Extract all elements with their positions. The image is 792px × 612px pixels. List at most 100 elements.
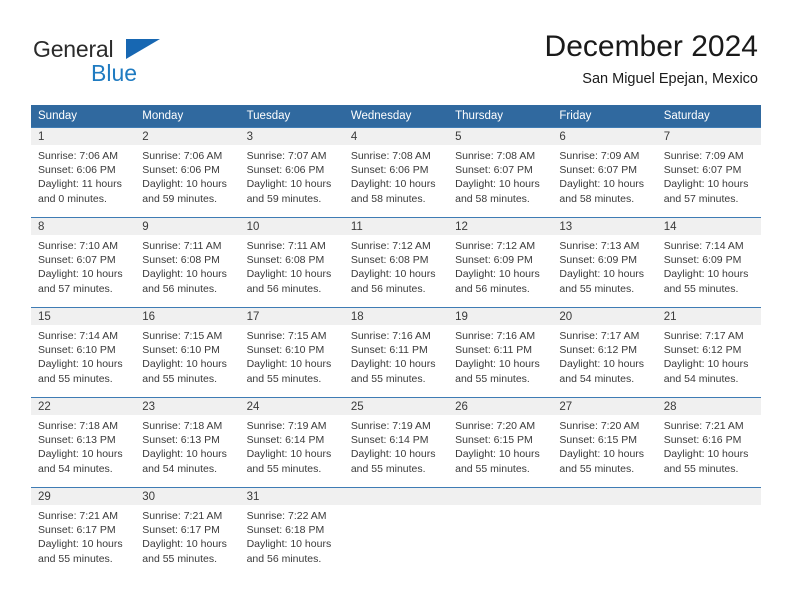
day-number — [656, 488, 761, 505]
weekday-header-sunday: Sunday — [31, 105, 136, 127]
calendar-week-row: 15 Sunrise: 7:14 AM Sunset: 6:10 PM Dayligh… — [31, 307, 761, 397]
calendar-day-cell[interactable]: 20 Sunrise: 7:17 AM Sunset: 6:12 PM Dayligh… — [552, 307, 657, 397]
calendar-day-cell[interactable]: 23 Sunrise: 7:18 AM Sunset: 6:13 PM Dayligh… — [135, 397, 240, 487]
sunset-text: Sunset: 6:15 PM — [559, 434, 638, 447]
calendar-day-cell[interactable]: 17 Sunrise: 7:15 AM Sunset: 6:10 PM Dayligh… — [239, 307, 344, 397]
calendar-day-cell[interactable]: 5 Sunrise: 7:08 AM Sunset: 6:07 PM Daylight… — [448, 127, 553, 217]
sunset-text: Sunset: 6:09 PM — [559, 254, 638, 267]
sunset-text: Sunset: 6:07 PM — [455, 164, 533, 177]
day-cell-inner: 14 Sunrise: 7:14 AM Sunset: 6:09 PM Dayligh… — [656, 217, 761, 307]
calendar-day-cell[interactable]: 27 Sunrise: 7:20 AM Sunset: 6:15 PM Dayligh… — [552, 397, 657, 487]
daylight-text-line2: and 55 minutes. — [663, 462, 739, 475]
calendar-day-cell-empty — [552, 487, 657, 577]
calendar-day-cell[interactable]: 29 Sunrise: 7:21 AM Sunset: 6:17 PM Dayligh… — [31, 487, 136, 577]
daylight-text-line2: and 55 minutes. — [455, 462, 530, 475]
calendar-day-cell[interactable]: 21 Sunrise: 7:17 AM Sunset: 6:12 PM Dayligh… — [656, 307, 761, 397]
day-cell-details: Sunrise: 7:16 AM Sunset: 6:11 PM Daylight:… — [448, 325, 552, 386]
calendar-body: 1 Sunrise: 7:06 AM Sunset: 6:06 PM Daylight… — [31, 127, 761, 577]
daylight-text-line2: and 0 minutes. — [38, 192, 107, 205]
daylight-text-line2: and 55 minutes. — [246, 462, 322, 475]
weekday-header-wednesday: Wednesday — [343, 105, 449, 127]
calendar-day-cell[interactable]: 24 Sunrise: 7:19 AM Sunset: 6:14 PM Dayligh… — [239, 397, 344, 487]
daylight-text-line1: Daylight: 10 hours — [350, 178, 436, 191]
day-cell-inner: 20 Sunrise: 7:17 AM Sunset: 6:12 PM Dayligh… — [552, 307, 657, 397]
calendar-page: General Blue December 2024 San Miguel Ep… — [0, 0, 792, 612]
calendar-day-cell[interactable]: 11 Sunrise: 7:12 AM Sunset: 6:08 PM Dayligh… — [343, 217, 449, 307]
calendar-day-cell[interactable]: 19 Sunrise: 7:16 AM Sunset: 6:11 PM Dayligh… — [448, 307, 553, 397]
sunrise-text: Sunrise: 7:17 AM — [559, 330, 640, 342]
daylight-text-line2: and 55 minutes. — [142, 552, 217, 565]
day-cell-details: Sunrise: 7:10 AM Sunset: 6:07 PM Daylight:… — [31, 235, 135, 296]
day-cell-inner: 29 Sunrise: 7:21 AM Sunset: 6:17 PM Dayligh… — [31, 487, 136, 577]
weekday-header-saturday: Saturday — [656, 105, 761, 127]
sunrise-text: Sunrise: 7:07 AM — [246, 150, 327, 162]
sunset-text: Sunset: 6:06 PM — [246, 164, 325, 177]
sunset-text: Sunset: 6:15 PM — [455, 434, 533, 447]
daylight-text-line1: Daylight: 11 hours — [38, 178, 122, 191]
daylight-text-line1: Daylight: 10 hours — [559, 268, 645, 281]
day-number: 12 — [448, 218, 553, 235]
daylight-text-line2: and 58 minutes. — [559, 192, 635, 205]
daylight-text-line1: Daylight: 10 hours — [559, 178, 645, 191]
daylight-text-line2: and 57 minutes. — [38, 282, 113, 295]
calendar-day-cell[interactable]: 18 Sunrise: 7:16 AM Sunset: 6:11 PM Dayligh… — [343, 307, 449, 397]
sunrise-text: Sunrise: 7:22 AM — [246, 510, 327, 522]
calendar-day-cell[interactable]: 14 Sunrise: 7:14 AM Sunset: 6:09 PM Dayligh… — [656, 217, 761, 307]
day-cell-inner: 5 Sunrise: 7:08 AM Sunset: 6:07 PM Daylight… — [448, 127, 553, 217]
daylight-text-line1: Daylight: 10 hours — [455, 448, 540, 461]
day-cell-inner: 24 Sunrise: 7:19 AM Sunset: 6:14 PM Dayligh… — [239, 397, 344, 487]
day-number: 26 — [448, 398, 553, 415]
daylight-text-line2: and 54 minutes. — [142, 462, 217, 475]
calendar-day-cell[interactable]: 12 Sunrise: 7:12 AM Sunset: 6:09 PM Dayligh… — [448, 217, 553, 307]
logo-triangle-icon — [126, 39, 160, 59]
calendar-day-cell[interactable]: 3 Sunrise: 7:07 AM Sunset: 6:06 PM Daylight… — [239, 127, 344, 217]
sunset-text: Sunset: 6:07 PM — [559, 164, 638, 177]
day-cell-details: Sunrise: 7:13 AM Sunset: 6:09 PM Daylight:… — [552, 235, 656, 296]
daylight-text-line2: and 55 minutes. — [559, 282, 635, 295]
calendar-day-cell-empty — [343, 487, 449, 577]
daylight-text-line2: and 56 minutes. — [246, 282, 322, 295]
daylight-text-line2: and 56 minutes. — [455, 282, 530, 295]
calendar-day-cell[interactable]: 26 Sunrise: 7:20 AM Sunset: 6:15 PM Dayligh… — [448, 397, 553, 487]
daylight-text-line2: and 54 minutes. — [663, 372, 739, 385]
day-number: 6 — [552, 128, 657, 145]
daylight-text-line1: Daylight: 10 hours — [455, 268, 540, 281]
day-cell-details: Sunrise: 7:21 AM Sunset: 6:16 PM Daylight:… — [657, 415, 761, 476]
daylight-text-line2: and 55 minutes. — [38, 372, 113, 385]
calendar-day-cell[interactable]: 28 Sunrise: 7:21 AM Sunset: 6:16 PM Dayligh… — [656, 397, 761, 487]
daylight-text-line1: Daylight: 10 hours — [663, 448, 749, 461]
calendar-day-cell[interactable]: 7 Sunrise: 7:09 AM Sunset: 6:07 PM Daylight… — [656, 127, 761, 217]
day-number: 17 — [239, 308, 344, 325]
sunrise-text: Sunrise: 7:06 AM — [142, 150, 223, 162]
calendar-day-cell[interactable]: 10 Sunrise: 7:11 AM Sunset: 6:08 PM Dayligh… — [239, 217, 344, 307]
calendar-day-cell[interactable]: 2 Sunrise: 7:06 AM Sunset: 6:06 PM Daylight… — [135, 127, 240, 217]
general-blue-logo[interactable]: General Blue — [33, 36, 233, 88]
calendar-day-cell[interactable]: 9 Sunrise: 7:11 AM Sunset: 6:08 PM Daylight… — [135, 217, 240, 307]
calendar-day-cell[interactable]: 13 Sunrise: 7:13 AM Sunset: 6:09 PM Dayligh… — [552, 217, 657, 307]
calendar-day-cell[interactable]: 8 Sunrise: 7:10 AM Sunset: 6:07 PM Daylight… — [31, 217, 136, 307]
sunset-text: Sunset: 6:12 PM — [663, 344, 742, 357]
day-number: 2 — [135, 128, 240, 145]
daylight-text-line2: and 56 minutes. — [246, 552, 322, 565]
sunset-text: Sunset: 6:07 PM — [663, 164, 742, 177]
calendar-day-cell[interactable]: 15 Sunrise: 7:14 AM Sunset: 6:10 PM Dayligh… — [31, 307, 136, 397]
weekday-header-tuesday: Tuesday — [239, 105, 344, 127]
calendar-day-cell[interactable]: 1 Sunrise: 7:06 AM Sunset: 6:06 PM Daylight… — [31, 127, 136, 217]
daylight-text-line2: and 54 minutes. — [559, 372, 635, 385]
sunset-text: Sunset: 6:11 PM — [455, 344, 532, 357]
calendar-week-row: 8 Sunrise: 7:10 AM Sunset: 6:07 PM Daylight… — [31, 217, 761, 307]
day-number: 31 — [239, 488, 344, 505]
calendar-day-cell[interactable]: 30 Sunrise: 7:21 AM Sunset: 6:17 PM Dayligh… — [135, 487, 240, 577]
calendar-day-cell[interactable]: 4 Sunrise: 7:08 AM Sunset: 6:06 PM Daylight… — [343, 127, 449, 217]
day-cell-inner — [656, 487, 761, 577]
sunset-text: Sunset: 6:09 PM — [455, 254, 533, 267]
day-number: 15 — [31, 308, 136, 325]
calendar-day-cell[interactable]: 16 Sunrise: 7:15 AM Sunset: 6:10 PM Dayligh… — [135, 307, 240, 397]
sunrise-text: Sunrise: 7:18 AM — [142, 420, 223, 432]
calendar-day-cell[interactable]: 25 Sunrise: 7:19 AM Sunset: 6:14 PM Dayligh… — [343, 397, 449, 487]
calendar-header-row: Sunday Monday Tuesday Wednesday Thursday… — [31, 105, 761, 127]
calendar-day-cell[interactable]: 31 Sunrise: 7:22 AM Sunset: 6:18 PM Dayligh… — [239, 487, 344, 577]
calendar-day-cell[interactable]: 22 Sunrise: 7:18 AM Sunset: 6:13 PM Dayligh… — [31, 397, 136, 487]
sunset-text: Sunset: 6:17 PM — [38, 524, 116, 537]
calendar-day-cell[interactable]: 6 Sunrise: 7:09 AM Sunset: 6:07 PM Daylight… — [552, 127, 657, 217]
